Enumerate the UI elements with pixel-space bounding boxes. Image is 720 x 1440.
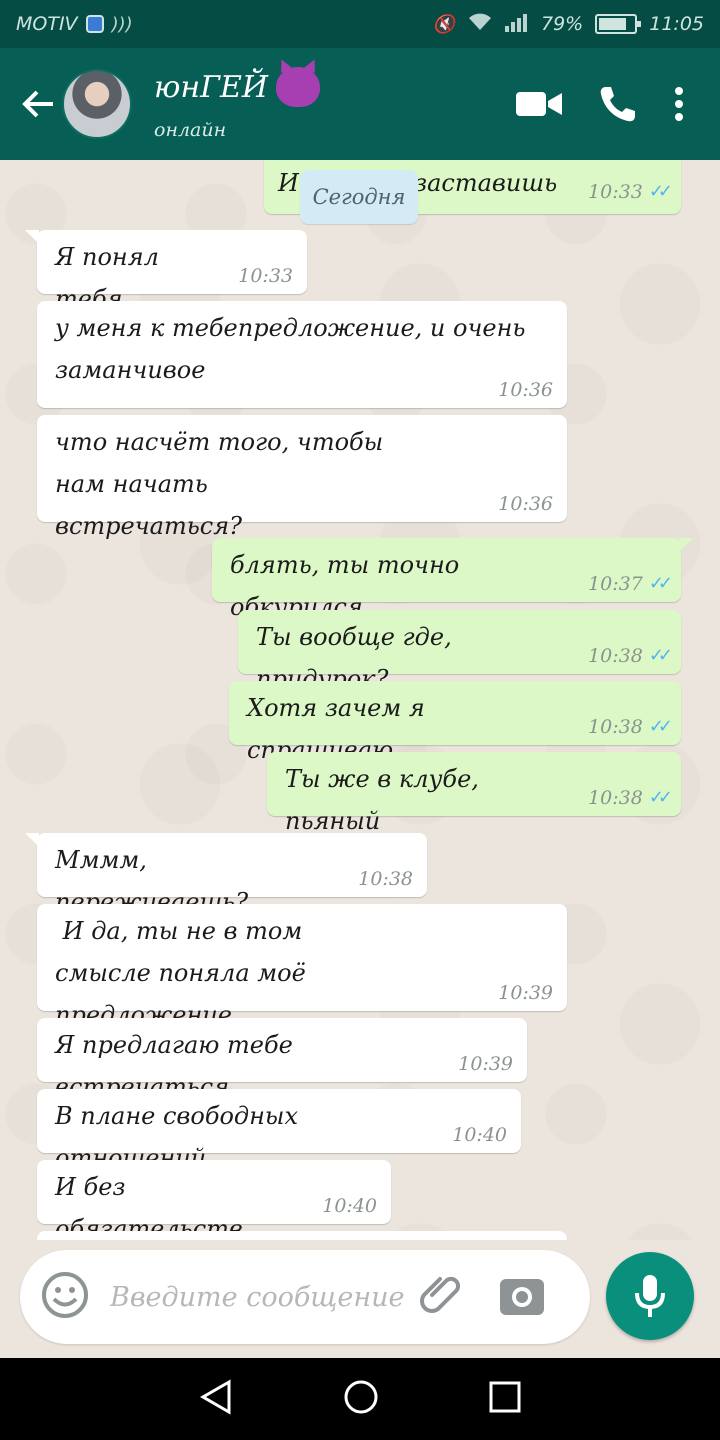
message-time: 10:40 bbox=[322, 1195, 377, 1217]
back-triangle-icon[interactable] bbox=[199, 1379, 233, 1419]
emoji-icon[interactable] bbox=[40, 1270, 90, 1324]
avatar[interactable] bbox=[62, 69, 132, 139]
mic-icon bbox=[635, 1275, 665, 1317]
message-bubble[interactable]: И да, ты не в том смысле поняла моё пред… bbox=[37, 904, 567, 1029]
more-vert-icon[interactable] bbox=[674, 86, 684, 122]
message-time: 10:40 bbox=[452, 1124, 507, 1146]
message-bubble[interactable]: Мммм, переживаешь? 10:38 bbox=[25, 833, 427, 916]
read-ticks-icon: ✓✓ bbox=[648, 573, 673, 594]
message-bubble[interactable]: Я предлагаю тебе встречаться 10:39 bbox=[37, 1018, 527, 1101]
composer bbox=[0, 1240, 720, 1358]
message-time: 10:33 bbox=[588, 181, 643, 203]
message-bubble[interactable]: Ты вообще где, придурок? 10:38 ✓✓ bbox=[238, 610, 681, 693]
clock: 11:05 bbox=[649, 13, 704, 35]
message-bubble[interactable]: что насчёт того, чтобы нам начать встреч… bbox=[37, 415, 567, 540]
carrier-label: MOTIV bbox=[16, 13, 78, 35]
message-bubble[interactable]: Я понял тебя 10:33 bbox=[25, 230, 307, 313]
read-ticks-icon: ✓✓ bbox=[648, 181, 673, 202]
message-bubble[interactable]: И без обязательств 10:40 bbox=[37, 1160, 391, 1240]
message-time: 10:39 bbox=[458, 1053, 513, 1075]
message-text: что насчёт того, чтобы нам начать встреч… bbox=[55, 428, 391, 540]
message-bubble[interactable]: блять, ты точно обкурился 10:37 ✓✓ bbox=[212, 538, 693, 621]
message-bubble[interactable]: В плане свободных отношений 10:40 bbox=[37, 1089, 521, 1172]
message-time: 10:39 bbox=[498, 982, 553, 1004]
wifi-icon bbox=[467, 12, 493, 37]
contact-status: онлайн bbox=[154, 119, 227, 141]
mute-icon: 🔇 bbox=[432, 13, 455, 35]
message-bubble[interactable]: Хотя зачем я спрашиваю 10:38 ✓✓ bbox=[229, 681, 681, 764]
camera-icon[interactable] bbox=[500, 1275, 544, 1319]
contact-info[interactable]: юнГЕЙ онлайн bbox=[154, 67, 321, 141]
message-time: 10:37 bbox=[588, 573, 643, 595]
message-time: 10:36 bbox=[498, 493, 553, 515]
cast-icon: ))) bbox=[111, 13, 133, 35]
message-bubble[interactable]: Ты же в клубе, пьяный 10:38 ✓✓ bbox=[267, 752, 681, 835]
message-time: 10:38 bbox=[588, 716, 643, 738]
mic-button[interactable] bbox=[606, 1252, 694, 1340]
signal-icon bbox=[505, 12, 529, 37]
read-ticks-icon: ✓✓ bbox=[648, 716, 673, 737]
attach-icon[interactable] bbox=[418, 1271, 466, 1323]
status-bar: MOTIV ))) 🔇 79% 11:05 bbox=[0, 0, 720, 48]
chat-area[interactable]: И заставишь 10:33 ✓✓ Сегодня Я понял теб… bbox=[0, 160, 720, 1240]
battery-icon bbox=[595, 14, 642, 34]
phone-icon[interactable] bbox=[598, 84, 638, 124]
message-time: 10:38 bbox=[588, 787, 643, 809]
message-time: 10:36 bbox=[498, 379, 553, 401]
date-chip: Сегодня bbox=[300, 170, 418, 224]
message-input-box[interactable] bbox=[20, 1250, 590, 1344]
chat-header: юнГЕЙ онлайн bbox=[0, 48, 720, 160]
message-time: 10:38 bbox=[588, 645, 643, 667]
home-circle-icon[interactable] bbox=[343, 1379, 379, 1419]
message-text: у меня к тебепредложение, и очень заманч… bbox=[55, 314, 534, 384]
video-call-icon[interactable] bbox=[516, 89, 562, 119]
partial-incoming-message[interactable] bbox=[37, 1231, 567, 1240]
read-ticks-icon: ✓✓ bbox=[648, 787, 673, 808]
back-arrow-icon[interactable] bbox=[10, 76, 66, 132]
devil-emoji-icon bbox=[276, 67, 321, 107]
shield-icon bbox=[85, 15, 104, 33]
message-time: 10:38 bbox=[358, 868, 413, 890]
battery-percent: 79% bbox=[541, 13, 584, 35]
message-input[interactable] bbox=[110, 1281, 410, 1313]
contact-name: юнГЕЙ bbox=[154, 69, 269, 105]
message-time: 10:33 bbox=[238, 265, 293, 287]
read-ticks-icon: ✓✓ bbox=[648, 645, 673, 666]
system-nav-bar bbox=[0, 1358, 720, 1440]
recents-square-icon[interactable] bbox=[489, 1381, 521, 1417]
message-bubble[interactable]: у меня к тебепредложение, и очень заманч… bbox=[37, 301, 567, 408]
